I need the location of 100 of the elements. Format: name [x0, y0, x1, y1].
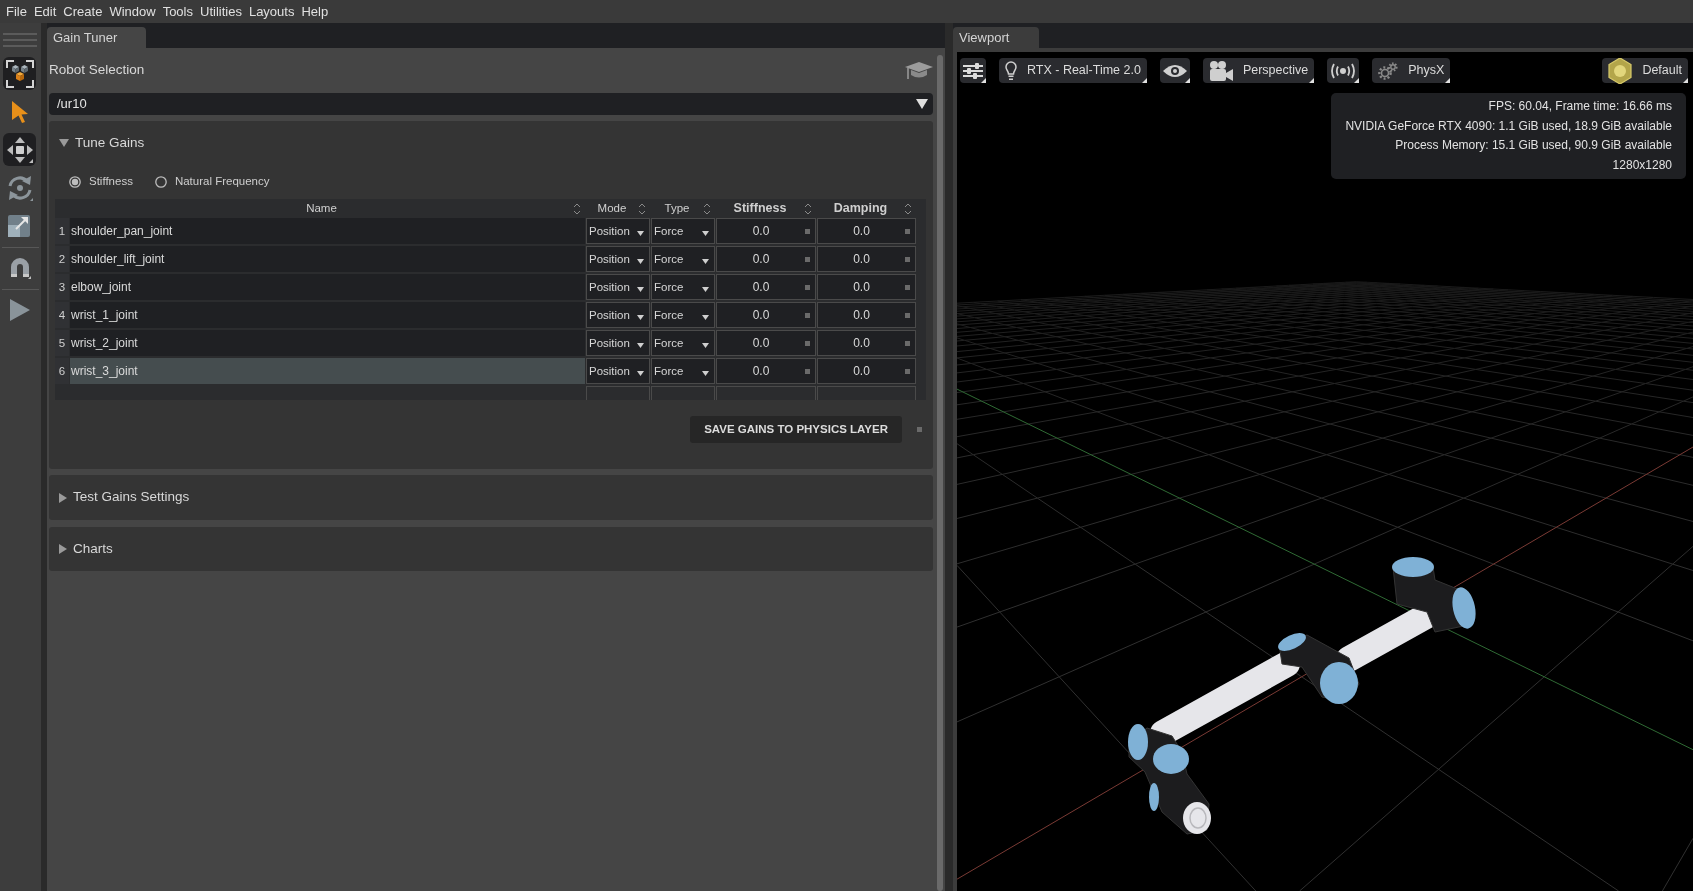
stiffness-field[interactable]: 0.0 — [716, 218, 816, 244]
physics-button[interactable]: PhysX — [1372, 58, 1451, 83]
panel-tab[interactable]: Viewport — [953, 27, 1039, 48]
damping-field[interactable]: 0.0 — [817, 246, 916, 272]
corner-triangle-icon — [1141, 78, 1147, 83]
joint-name-cell[interactable]: wrist_1_joint — [70, 302, 585, 328]
mode-dropdown[interactable]: Position — [586, 274, 650, 300]
stiffness-field[interactable]: 0.0 — [716, 274, 816, 300]
caret-icon — [637, 315, 644, 320]
save-gains-button[interactable]: SAVE GAINS TO PHYSICS LAYER — [690, 416, 902, 443]
column-header[interactable]: Name — [70, 199, 585, 218]
joint-name-cell[interactable]: shoulder_pan_joint — [70, 218, 585, 244]
broadcast-button[interactable] — [1327, 58, 1360, 83]
column-header[interactable]: Stiffness — [716, 199, 816, 218]
caret-icon — [637, 371, 644, 376]
menu-item[interactable]: Create — [63, 0, 103, 23]
radio-option[interactable]: Stiffness — [69, 173, 133, 191]
damping-field[interactable]: 0.0 — [817, 218, 916, 244]
caret-icon — [637, 343, 644, 348]
lighting-button[interactable]: Default — [1602, 58, 1688, 83]
column-header[interactable]: Damping — [817, 199, 916, 218]
mode-dropdown[interactable]: Position — [586, 358, 650, 384]
eye-icon — [1162, 63, 1187, 78]
sort-arrows-icon — [904, 202, 912, 215]
dropdown-arrow-icon — [916, 99, 928, 109]
empty-cell — [586, 386, 650, 400]
damping-field[interactable]: 0.0 — [817, 302, 916, 328]
row-number: 5 — [55, 330, 69, 356]
corner-triangle-icon — [981, 78, 986, 83]
video-camera-icon — [1208, 60, 1233, 81]
menu-item[interactable]: Edit — [33, 0, 57, 23]
caret-icon — [637, 231, 644, 236]
rotate-icon — [6, 174, 33, 201]
graduation-cap-icon[interactable] — [905, 61, 933, 80]
corner-triangle-icon — [1309, 78, 1315, 83]
gears-icon — [1378, 61, 1399, 80]
robot-selection-dropdown[interactable]: /ur10 — [49, 93, 933, 115]
damping-field[interactable]: 0.0 — [817, 330, 916, 356]
column-header[interactable]: Mode — [586, 199, 650, 218]
move-tool-button[interactable] — [3, 133, 36, 166]
menu-item[interactable]: Window — [109, 0, 156, 23]
type-dropdown[interactable]: Force — [651, 246, 715, 272]
radio-option[interactable]: Natural Frequency — [154, 173, 270, 191]
caret-icon — [702, 371, 709, 376]
type-dropdown[interactable]: Force — [651, 274, 715, 300]
joint-name-cell[interactable]: wrist_3_joint — [70, 358, 585, 384]
mode-dropdown[interactable]: Position — [586, 302, 650, 328]
row-number: 4 — [55, 302, 69, 328]
sort-arrows-icon — [703, 202, 711, 215]
corner-triangle-icon — [1354, 78, 1360, 83]
menu-item[interactable]: Help — [301, 0, 329, 23]
mode-dropdown[interactable]: Position — [586, 218, 650, 244]
scrollbar[interactable] — [937, 55, 943, 891]
section-header[interactable]: Test Gains Settings — [49, 475, 933, 520]
caret-icon — [702, 287, 709, 292]
joint-name-cell[interactable]: shoulder_lift_joint — [70, 246, 585, 272]
empty-cell — [651, 386, 715, 400]
corner-triangle-icon — [1445, 78, 1451, 83]
menu-item[interactable]: Tools — [162, 0, 193, 23]
type-dropdown[interactable]: Force — [651, 302, 715, 328]
caret-icon — [702, 343, 709, 348]
sort-arrows-icon — [804, 202, 812, 215]
camera-button[interactable]: Perspective — [1202, 58, 1315, 83]
menu-item[interactable]: File — [6, 0, 27, 23]
caret-icon — [637, 287, 644, 292]
grip-lines-icon[interactable] — [3, 33, 37, 47]
joint-name-cell[interactable]: elbow_joint — [70, 274, 585, 300]
stats-text: 1280x1280 — [1611, 156, 1672, 174]
joint-name-cell[interactable]: wrist_2_joint — [70, 330, 585, 356]
visibility-button[interactable] — [1159, 58, 1190, 83]
type-dropdown[interactable]: Force — [651, 358, 715, 384]
mode-dropdown[interactable]: Position — [586, 330, 650, 356]
render-mode-button[interactable]: RTX - Real-Time 2.0 — [999, 58, 1147, 83]
menu-item[interactable]: Utilities — [200, 0, 242, 23]
viewport-canvas[interactable]: RTX - Real-Time 2.0 Perspective PhysX Default FPS: 60.04, Frame time: 16.66 ms NVIDIA GeForce RTX 4090: 1.1 GiB used, 18.9 GiB available Process Memory: 15.1 GiB used, 90.9 GiB available 1280x1280 — [953, 48, 1693, 891]
stiffness-field[interactable]: 0.0 — [716, 358, 816, 384]
row-number: 1 — [55, 218, 69, 244]
panel-tab[interactable]: Gain Tuner — [47, 27, 146, 48]
robot-arm-drawing[interactable] — [1128, 557, 1476, 835]
damping-field[interactable]: 0.0 — [817, 358, 916, 384]
mode-dropdown[interactable]: Position — [586, 246, 650, 272]
column-header[interactable]: Type — [651, 199, 715, 218]
menu-item[interactable]: Layouts — [248, 0, 295, 23]
type-dropdown[interactable]: Force — [651, 218, 715, 244]
stiffness-field[interactable]: 0.0 — [716, 330, 816, 356]
corner-triangle-icon — [1184, 78, 1190, 83]
section-header[interactable]: Tune Gains — [49, 121, 933, 165]
cubes-icon — [5, 59, 34, 88]
stiffness-field[interactable]: 0.0 — [716, 246, 816, 272]
selection-mode-button[interactable] — [3, 57, 36, 90]
damping-field[interactable]: 0.0 — [817, 274, 916, 300]
sort-arrows-icon — [573, 202, 581, 215]
magnet-icon — [8, 256, 31, 279]
play-icon — [8, 297, 31, 322]
type-dropdown[interactable]: Force — [651, 330, 715, 356]
section-header[interactable]: Charts — [49, 527, 933, 571]
cursor-arrow-icon — [11, 100, 28, 123]
settings-button[interactable] — [960, 58, 986, 83]
stats-text: FPS: 60.04, Frame time: 16.66 ms — [1487, 98, 1672, 115]
stiffness-field[interactable]: 0.0 — [716, 302, 816, 328]
